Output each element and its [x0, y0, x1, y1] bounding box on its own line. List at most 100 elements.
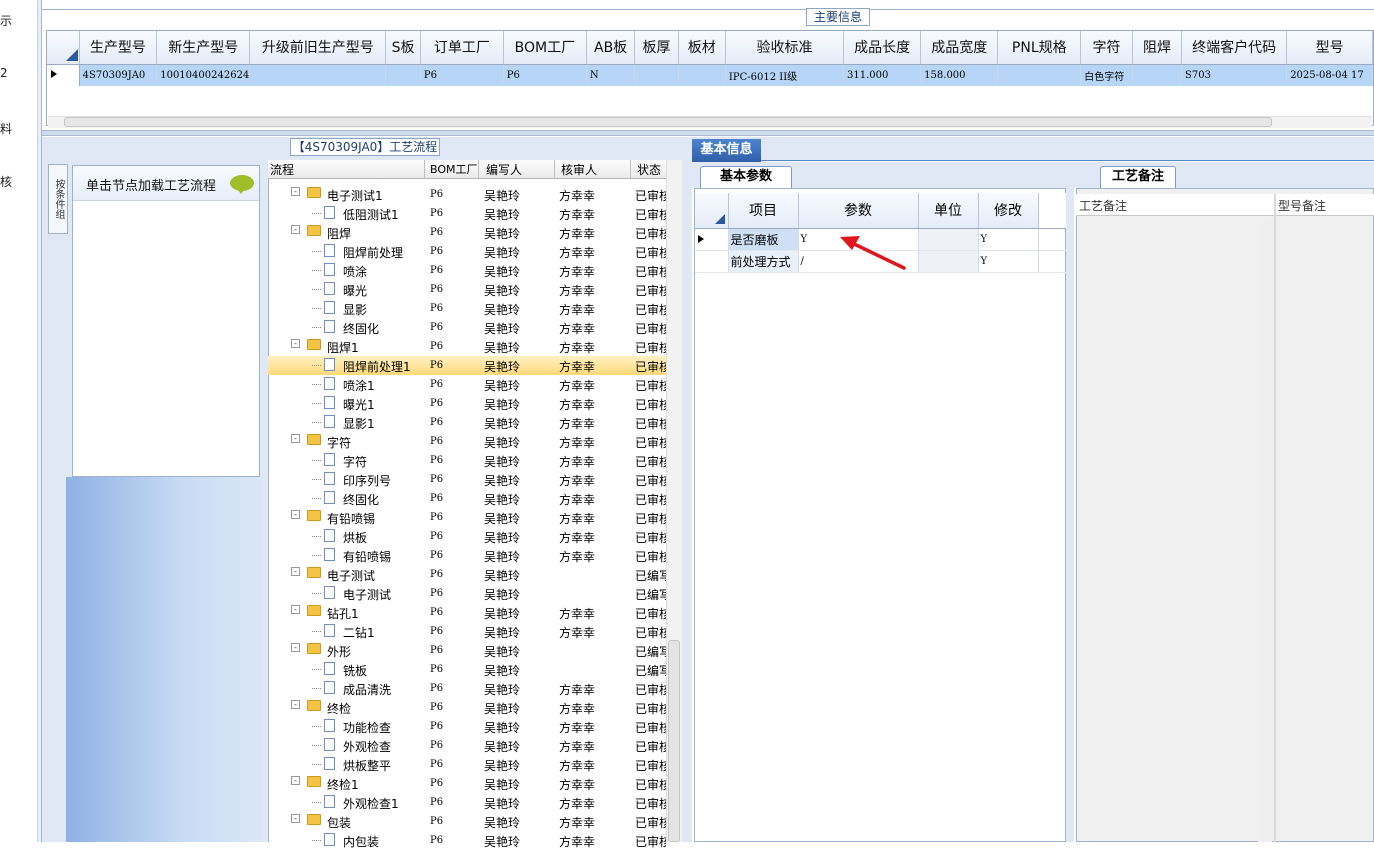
tree-row[interactable]: 低阻测试1 P6 吴艳玲 方幸幸 已审核	[268, 204, 666, 223]
table-cell[interactable]: P6	[503, 64, 587, 86]
nav-item-4[interactable]: 核	[0, 173, 12, 190]
notes-scrollbar[interactable]	[1258, 218, 1272, 842]
tree-row[interactable]: - 有铅喷锡 P6 吴艳玲 方幸幸 已审核	[268, 508, 666, 527]
column-header[interactable]: 成品长度	[843, 31, 922, 65]
tree-scroll-thumb[interactable]	[668, 640, 680, 842]
collapse-icon[interactable]: -	[291, 700, 300, 709]
params-col-param[interactable]: 参数	[798, 193, 919, 229]
nav-item-1[interactable]: 示	[0, 12, 12, 29]
table-cell[interactable]: 4S70309JA0	[79, 64, 158, 86]
tree-row[interactable]: 阻焊前处理1 P6 吴艳玲 方幸幸 已审核	[268, 356, 666, 375]
collapse-icon[interactable]: -	[291, 814, 300, 823]
right-splitter[interactable]	[1066, 162, 1074, 842]
side-tab[interactable]: 按条件组	[48, 164, 68, 234]
middle-splitter[interactable]	[686, 137, 692, 842]
tree-col-bom[interactable]: BOM工厂	[430, 161, 478, 177]
column-header[interactable]: PNL规格	[997, 31, 1082, 65]
column-header[interactable]: 阻焊	[1132, 31, 1183, 65]
tree-row[interactable]: - 阻焊1 P6 吴艳玲 方幸幸 已审核	[268, 337, 666, 356]
column-header[interactable]: 板厚	[634, 31, 679, 65]
table-cell[interactable]: 158.000	[920, 64, 999, 86]
table-cell[interactable]: 2025-08-04 17	[1286, 64, 1373, 86]
params-col-unit[interactable]: 单位	[918, 193, 979, 229]
tab-basic-info[interactable]: 基本信息	[692, 139, 761, 162]
table-cell[interactable]	[1132, 64, 1183, 86]
column-header[interactable]: 型号	[1286, 31, 1373, 65]
column-header[interactable]: 验收标准	[725, 31, 845, 65]
column-header[interactable]: 成品宽度	[920, 31, 999, 65]
column-header[interactable]: 新生产型号	[156, 31, 251, 65]
params-corner[interactable]	[695, 193, 729, 229]
tree-row[interactable]: 字符 P6 吴艳玲 方幸幸 已审核	[268, 451, 666, 470]
tree-row[interactable]: 显影 P6 吴艳玲 方幸幸 已审核	[268, 299, 666, 318]
tree-row[interactable]: 功能检查 P6 吴艳玲 方幸幸 已审核	[268, 717, 666, 736]
tree-row[interactable]: - 终检1 P6 吴艳玲 方幸幸 已审核	[268, 774, 666, 793]
param-unit[interactable]	[918, 250, 979, 273]
tree-row[interactable]: - 钻孔1 P6 吴艳玲 方幸幸 已审核	[268, 603, 666, 622]
table-cell[interactable]: S703	[1181, 64, 1288, 86]
params-col-modify[interactable]: 修改	[978, 193, 1039, 229]
tree-row[interactable]: 喷涂1 P6 吴艳玲 方幸幸 已审核	[268, 375, 666, 394]
params-col-item[interactable]: 项目	[728, 193, 799, 229]
column-header[interactable]: BOM工厂	[503, 31, 587, 65]
collapse-icon[interactable]: -	[291, 776, 300, 785]
param-unit[interactable]	[918, 228, 979, 251]
nav-item-2[interactable]: 2	[0, 66, 8, 80]
table-row[interactable]: 4S70309JA0 10010400242624 P6 P6 N IPC-6012 II…	[47, 64, 1373, 86]
param-modify[interactable]: Y	[978, 250, 1039, 273]
column-header[interactable]: 终端客户代码	[1181, 31, 1288, 65]
tree-row[interactable]: 显影1 P6 吴艳玲 方幸幸 已审核	[268, 413, 666, 432]
column-header[interactable]: S板	[385, 31, 421, 65]
tree-row[interactable]: - 外形 P6 吴艳玲 已编写	[268, 641, 666, 660]
tree-row[interactable]: 二钻1 P6 吴艳玲 方幸幸 已审核	[268, 622, 666, 641]
tree-row[interactable]: 外观检查 P6 吴艳玲 方幸幸 已审核	[268, 736, 666, 755]
tree-row[interactable]: 终固化 P6 吴艳玲 方幸幸 已审核	[268, 318, 666, 337]
table-cell[interactable]: 10010400242624	[156, 64, 251, 86]
tree-row[interactable]: - 阻焊 P6 吴艳玲 方幸幸 已审核	[268, 223, 666, 242]
tree-col-reviewer[interactable]: 核审人	[561, 161, 597, 178]
collapse-icon[interactable]: -	[291, 225, 300, 234]
table-cell[interactable]	[678, 64, 726, 86]
param-modify[interactable]: Y	[978, 228, 1039, 251]
collapse-icon[interactable]: -	[291, 510, 300, 519]
tree-row[interactable]: 阻焊前处理 P6 吴艳玲 方幸幸 已审核	[268, 242, 666, 261]
tree-row[interactable]: - 电子测试 P6 吴艳玲 已编写	[268, 565, 666, 584]
column-header[interactable]: 板材	[678, 31, 726, 65]
tree-row[interactable]: 有铅喷锡 P6 吴艳玲 方幸幸 已审核	[268, 546, 666, 565]
tree-col-flow[interactable]: 流程	[270, 161, 294, 178]
tree-row[interactable]: - 终检 P6 吴艳玲 方幸幸 已审核	[268, 698, 666, 717]
tree-row[interactable]: 喷涂 P6 吴艳玲 方幸幸 已审核	[268, 261, 666, 280]
tree-row[interactable]: 电子测试 P6 吴艳玲 已编写	[268, 584, 666, 603]
tree-row[interactable]: - 电子测试1 P6 吴艳玲 方幸幸 已审核	[268, 185, 666, 204]
tree-row[interactable]: 印序列号 P6 吴艳玲 方幸幸 已审核	[268, 470, 666, 489]
table-cell[interactable]: 311.000	[843, 64, 922, 86]
column-header[interactable]: 订单工厂	[420, 31, 504, 65]
tab-process-notes[interactable]: 工艺备注	[1100, 166, 1176, 188]
tree-row[interactable]: 铣板 P6 吴艳玲 已编写	[268, 660, 666, 679]
collapse-icon[interactable]: -	[291, 567, 300, 576]
tree-col-writer[interactable]: 编写人	[486, 161, 522, 178]
horizontal-splitter[interactable]	[42, 130, 1374, 136]
column-header[interactable]: 升级前旧生产型号	[249, 31, 387, 65]
tree-row[interactable]: - 字符 P6 吴艳玲 方幸幸 已审核	[268, 432, 666, 451]
tree-row[interactable]: 外观检查1 P6 吴艳玲 方幸幸 已审核	[268, 793, 666, 812]
main-info-grid[interactable]: 生产型号 新生产型号 升级前旧生产型号 S板 订单工厂 BOM工厂 AB板 板厚 板材 验收标准成…	[46, 30, 1374, 126]
table-cell[interactable]	[249, 64, 387, 86]
table-cell[interactable]: P6	[420, 64, 504, 86]
collapse-icon[interactable]: -	[291, 434, 300, 443]
notes-divider[interactable]	[1274, 194, 1276, 842]
grid-corner[interactable]	[47, 31, 80, 65]
column-header[interactable]: 字符	[1080, 31, 1133, 65]
tree-row[interactable]: 内包装 P6 吴艳玲 方幸幸 已审核	[268, 831, 666, 850]
tree-col-status[interactable]: 状态	[637, 161, 661, 178]
table-cell[interactable]: IPC-6012 II级	[725, 64, 845, 86]
column-header[interactable]: 生产型号	[79, 31, 158, 65]
nav-item-3[interactable]: 料	[0, 120, 12, 137]
table-cell[interactable]	[997, 64, 1082, 86]
tab-basic-params[interactable]: 基本参数	[700, 166, 792, 188]
tree-row[interactable]: - 包装 P6 吴艳玲 方幸幸 已审核	[268, 812, 666, 831]
column-header[interactable]: AB板	[586, 31, 636, 65]
table-cell[interactable]: 白色字符	[1080, 64, 1133, 86]
collapse-icon[interactable]: -	[291, 187, 300, 196]
tree-row[interactable]: 终固化 P6 吴艳玲 方幸幸 已审核	[268, 489, 666, 508]
